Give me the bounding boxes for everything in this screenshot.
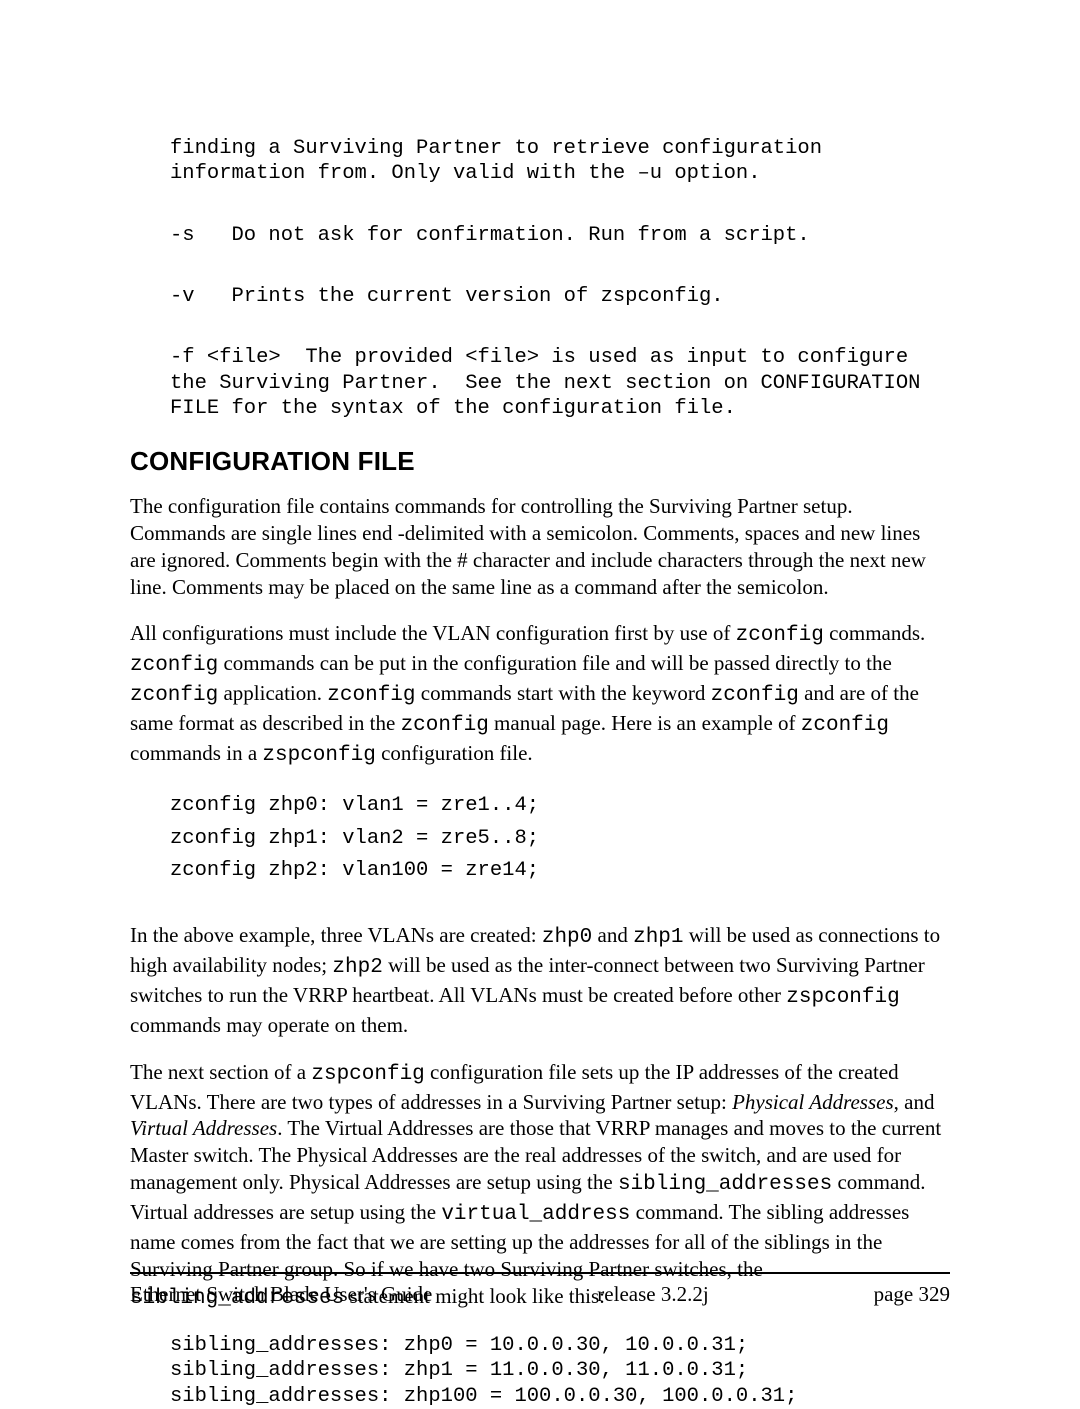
paragraph-1: The configuration file contains commands… <box>130 493 950 601</box>
paragraph-2: All configurations must include the VLAN… <box>130 620 950 769</box>
opt-line: -s Do not ask for confirmation. Run from… <box>170 224 810 247</box>
code-inline: sibling_addresses <box>618 1173 832 1196</box>
text: commands. <box>824 621 925 645</box>
text: commands in a <box>130 741 262 765</box>
footer-page-number: page 329 <box>874 1282 950 1307</box>
section-heading: CONFIGURATION FILE <box>130 446 950 477</box>
opt-line: the Surviving Partner. See the next sect… <box>170 372 920 395</box>
emphasis: Virtual Addresses <box>130 1116 277 1140</box>
footer-release: release 3.2.2j <box>597 1282 708 1307</box>
opt-line: FILE for the syntax of the configuration… <box>170 397 736 420</box>
text: commands can be put in the configuration… <box>218 651 892 675</box>
code-inline: zspconfig <box>311 1063 424 1086</box>
code-inline: zconfig <box>736 624 824 647</box>
code-inline: zhp0 <box>542 926 592 949</box>
opt-line: finding a Surviving Partner to retrieve … <box>170 137 822 160</box>
opt-line: -f <file> The provided <file> is used as… <box>170 346 908 369</box>
code-inline: zconfig <box>130 654 218 677</box>
text: configuration file. <box>376 741 533 765</box>
emphasis: Physical Addresses <box>732 1090 894 1114</box>
footer-line: Ethernet Switch Blade User's Guide relea… <box>130 1274 950 1307</box>
code-block-sibling: sibling_addresses: zhp0 = 10.0.0.30, 10.… <box>170 1333 950 1409</box>
page-footer: Ethernet Switch Blade User's Guide relea… <box>130 1272 950 1307</box>
code-inline: zhp1 <box>633 926 683 949</box>
opt-line: information from. Only valid with the –u… <box>170 162 761 185</box>
code-line: zconfig zhp2: vlan100 = zre14; <box>170 859 539 882</box>
code-line: zconfig zhp1: vlan2 = zre5..8; <box>170 827 539 850</box>
paragraph-3: In the above example, three VLANs are cr… <box>130 922 950 1039</box>
text: The next section of a <box>130 1060 311 1084</box>
opt-line: -v Prints the current version of zspconf… <box>170 285 724 308</box>
text: manual page. Here is an example of <box>489 711 801 735</box>
text: , and <box>894 1090 935 1114</box>
document-page: finding a Surviving Partner to retrieve … <box>0 0 1080 1397</box>
code-line: sibling_addresses: zhp0 = 10.0.0.30, 10.… <box>170 1334 748 1357</box>
code-block-zconfig: zconfig zhp0: vlan1 = zre1..4; zconfig z… <box>170 790 950 888</box>
text: application. <box>218 681 327 705</box>
code-inline: zconfig <box>711 684 799 707</box>
text: and <box>592 923 633 947</box>
text: commands may operate on them. <box>130 1013 408 1037</box>
footer-doc-title: Ethernet Switch Blade User's Guide <box>130 1282 432 1307</box>
code-inline: zhp2 <box>332 956 382 979</box>
code-inline: virtual_address <box>441 1203 630 1226</box>
code-line: zconfig zhp0: vlan1 = zre1..4; <box>170 794 539 817</box>
code-inline: zconfig <box>327 684 415 707</box>
code-inline: zconfig <box>130 684 218 707</box>
code-inline: zspconfig <box>262 744 375 767</box>
code-inline: zconfig <box>801 714 889 737</box>
options-block: finding a Surviving Partner to retrieve … <box>170 110 950 422</box>
code-inline: zspconfig <box>786 986 899 1009</box>
text: All configurations must include the VLAN… <box>130 621 736 645</box>
code-line: sibling_addresses: zhp1 = 11.0.0.30, 11.… <box>170 1359 748 1382</box>
code-line: sibling_addresses: zhp100 = 100.0.0.30, … <box>170 1385 797 1408</box>
text: In the above example, three VLANs are cr… <box>130 923 542 947</box>
text: commands start with the keyword <box>416 681 711 705</box>
code-inline: zconfig <box>401 714 489 737</box>
